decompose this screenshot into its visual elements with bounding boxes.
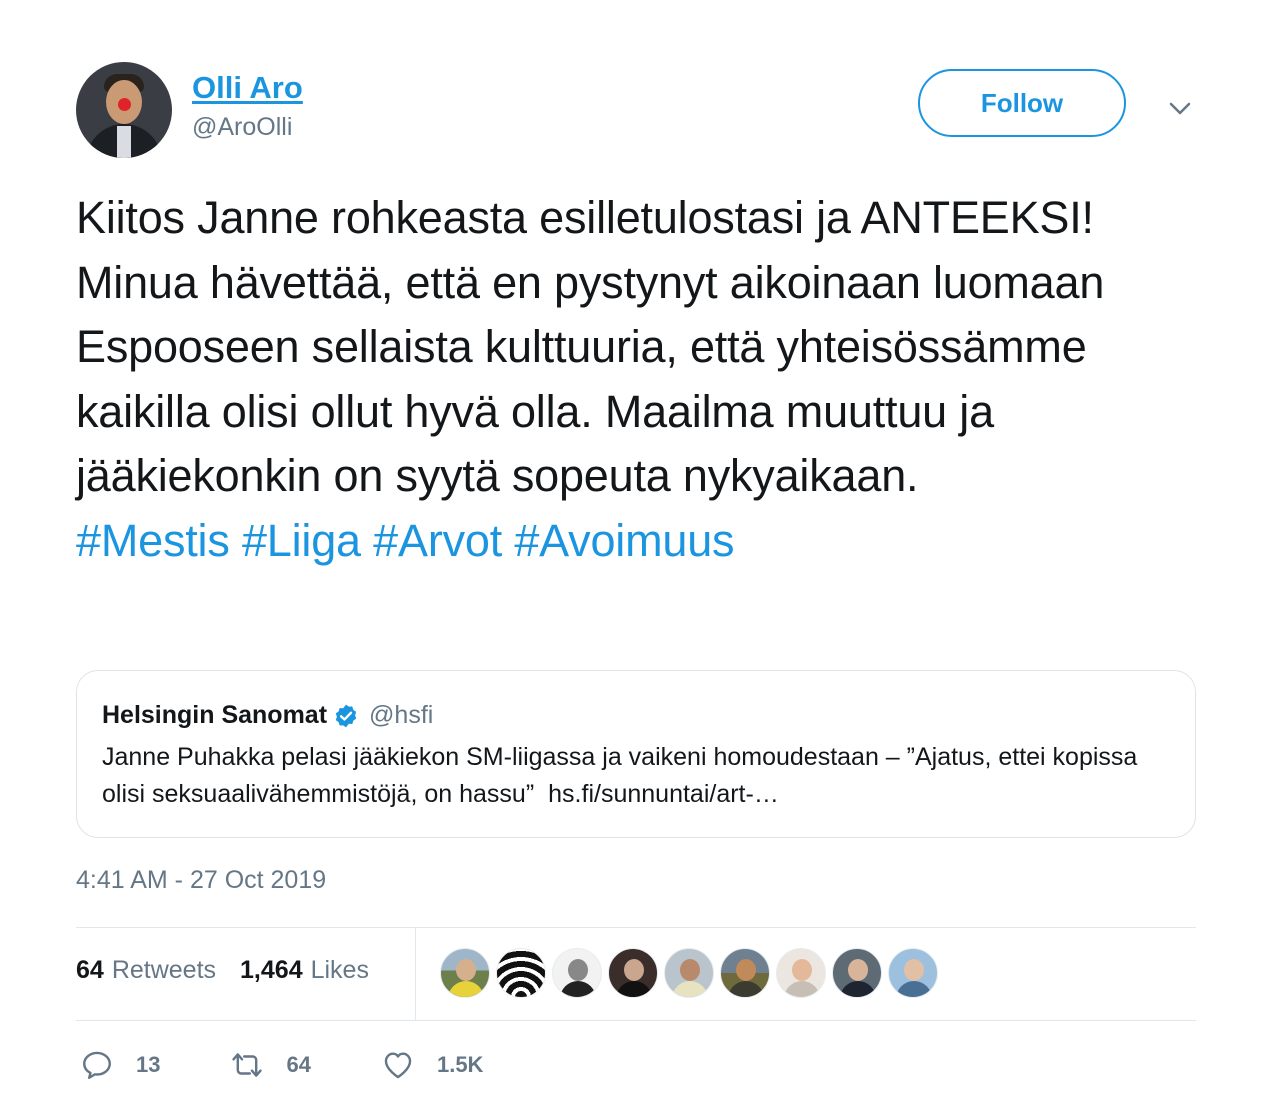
retweets-label: Retweets: [111, 956, 217, 984]
reply-count: 13: [136, 1052, 161, 1077]
hashtag-mestis[interactable]: #Mestis: [76, 515, 230, 566]
author-handle: @AroOlli: [192, 113, 293, 141]
stats-divider: [415, 928, 416, 1020]
author-avatar[interactable]: [76, 62, 172, 158]
retweet-button[interactable]: 64: [230, 1048, 311, 1082]
hashtag-avoimuus[interactable]: #Avoimuus: [514, 515, 734, 566]
tweet-timestamp[interactable]: 4:41 AM - 27 Oct 2019: [76, 866, 326, 895]
quoted-tweet-card[interactable]: Helsingin Sanomat @hsfi Janne Puhakka pe…: [76, 670, 1196, 838]
divider-bottom: [76, 1020, 1196, 1021]
quoted-tweet-text: Janne Puhakka pelasi jääkiekon SM-liigas…: [102, 739, 1177, 813]
liker-avatar[interactable]: [440, 948, 490, 998]
liker-avatar[interactable]: [888, 948, 938, 998]
like-count: 1.5K: [436, 1052, 484, 1077]
like-button[interactable]: 1.5K: [381, 1048, 483, 1082]
liker-avatar[interactable]: [720, 948, 770, 998]
likes-count: 1,464: [240, 956, 303, 984]
hashtag-liiga[interactable]: #Liiga: [242, 515, 361, 566]
reply-button[interactable]: 13: [80, 1048, 160, 1082]
author-name[interactable]: Olli Aro: [192, 70, 303, 106]
chevron-down-icon[interactable]: [1164, 92, 1196, 124]
likes-label: Likes: [310, 956, 369, 984]
tweet-text: Kiitos Janne rohkeasta esilletulostasi j…: [76, 186, 1206, 573]
quoted-author-name: Helsingin Sanomat: [102, 701, 328, 729]
retweets-stat[interactable]: 64 Retweets: [76, 956, 216, 985]
retweet-icon: [232, 1053, 263, 1077]
reply-icon: [83, 1051, 111, 1079]
liker-avatar[interactable]: [776, 948, 826, 998]
tweet-body: Kiitos Janne rohkeasta esilletulostasi j…: [76, 192, 1105, 501]
liker-avatar[interactable]: [552, 948, 602, 998]
hashtag-list: #Mestis #Liiga #Arvot #Avoimuus: [76, 509, 1206, 574]
liker-avatar[interactable]: [496, 948, 546, 998]
likes-stat[interactable]: 1,464 Likes: [240, 956, 369, 985]
quoted-author-handle: @hsfi: [369, 701, 434, 729]
follow-button[interactable]: Follow: [918, 69, 1126, 137]
quoted-link[interactable]: hs.fi/sunnuntai/art-…: [548, 780, 779, 808]
divider-top: [76, 927, 1196, 928]
verified-badge-icon: [335, 704, 357, 727]
tweet-stats: 64 Retweets 1,464 Likes: [76, 956, 369, 985]
hashtag-arvot[interactable]: #Arvot: [373, 515, 502, 566]
tweet-actions: 13 64 1.5K: [80, 1048, 553, 1082]
heart-icon: [384, 1052, 412, 1079]
quoted-tweet-header: Helsingin Sanomat @hsfi: [102, 701, 433, 730]
liker-avatar[interactable]: [608, 948, 658, 998]
liker-avatars: [440, 948, 944, 998]
retweet-count: 64: [286, 1052, 311, 1077]
liker-avatar[interactable]: [664, 948, 714, 998]
retweets-count: 64: [76, 956, 104, 984]
liker-avatar[interactable]: [832, 948, 882, 998]
